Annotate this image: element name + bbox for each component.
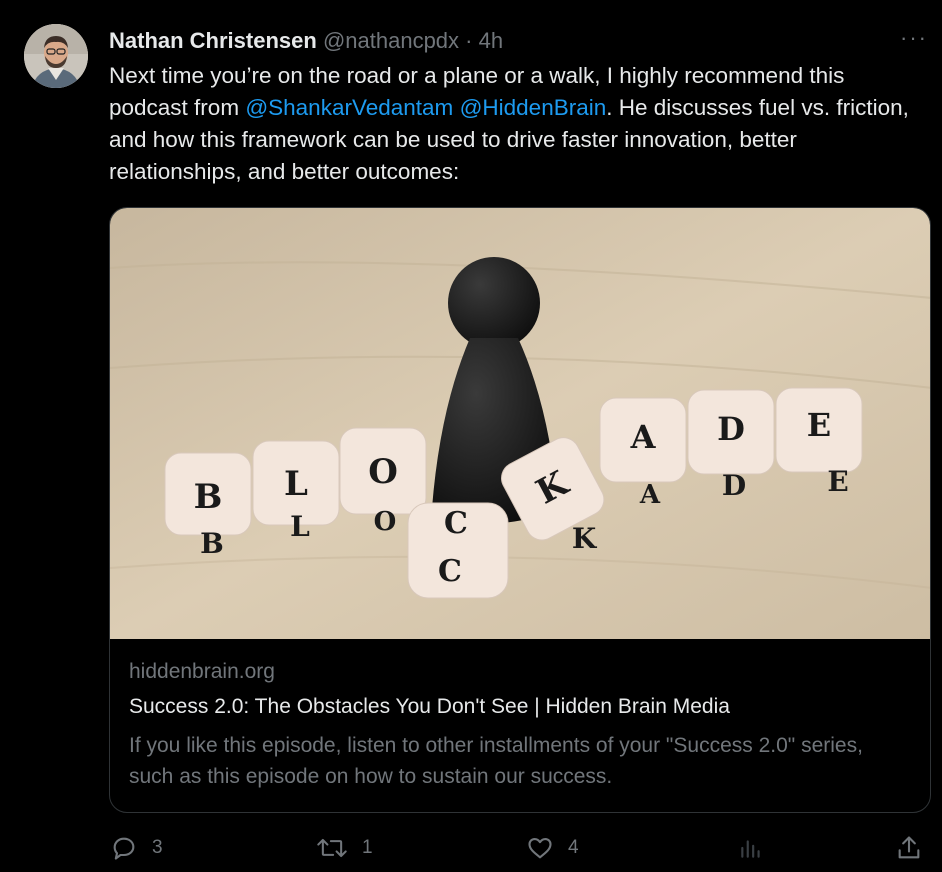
more-icon[interactable]: ···: [900, 27, 928, 49]
card-image: B L O K A D E B L O CC K A D E: [110, 208, 930, 639]
share-icon: [898, 836, 920, 859]
die-letter: C: [444, 506, 468, 541]
action-bar: 3 1 4: [0, 830, 942, 866]
die-letter: E: [827, 465, 848, 498]
reply-count: 3: [152, 837, 163, 858]
die-letter: O: [368, 452, 398, 492]
die-letter: A: [639, 480, 661, 510]
reply-button[interactable]: 3: [110, 830, 163, 866]
die-letter: K: [572, 522, 598, 555]
time-separator: ·: [465, 28, 473, 53]
views-icon: [741, 840, 760, 858]
link-card[interactable]: B L O K A D E B L O CC K A D E hiddenbra…: [109, 207, 931, 813]
tweet-timestamp[interactable]: 4h: [479, 28, 503, 53]
die-letter: O: [374, 507, 397, 537]
die-letter: A: [630, 418, 657, 456]
card-description: If you like this episode, listen to othe…: [129, 734, 863, 788]
die-letter: B: [194, 477, 223, 517]
mention-hiddenbrain[interactable]: @HiddenBrain: [460, 95, 607, 120]
author-name[interactable]: Nathan Christensen: [109, 28, 317, 53]
retweet-count: 1: [362, 837, 373, 858]
like-icon: [528, 837, 552, 859]
die-letter: E: [807, 406, 831, 444]
card-title: Success 2.0: The Obstacles You Don't See…: [129, 695, 730, 718]
like-count: 4: [568, 837, 579, 858]
die-letter: L: [284, 464, 308, 504]
reply-icon: [113, 837, 135, 860]
mention-shankarvedantam[interactable]: @ShankarVedantam: [245, 95, 453, 120]
share-button[interactable]: [895, 830, 923, 866]
avatar-photo: [24, 24, 88, 88]
like-button[interactable]: 4: [526, 830, 579, 866]
tweet-header: Nathan Christensen @nathancpdx · 4h: [109, 26, 942, 56]
views-button[interactable]: [738, 830, 764, 866]
die-letter: B: [200, 527, 224, 560]
author-handle[interactable]: @nathancpdx: [323, 28, 459, 53]
avatar[interactable]: [24, 24, 88, 88]
retweet-button[interactable]: 1: [316, 830, 373, 866]
die-letter: D: [717, 410, 745, 448]
tweet-text: Next time you’re on the road or a plane …: [109, 60, 929, 188]
die-letter: C: [438, 554, 462, 589]
retweet-icon: [317, 838, 347, 858]
die-letter: D: [722, 469, 746, 502]
die-letter: L: [290, 510, 310, 543]
card-domain: hiddenbrain.org: [129, 660, 275, 683]
